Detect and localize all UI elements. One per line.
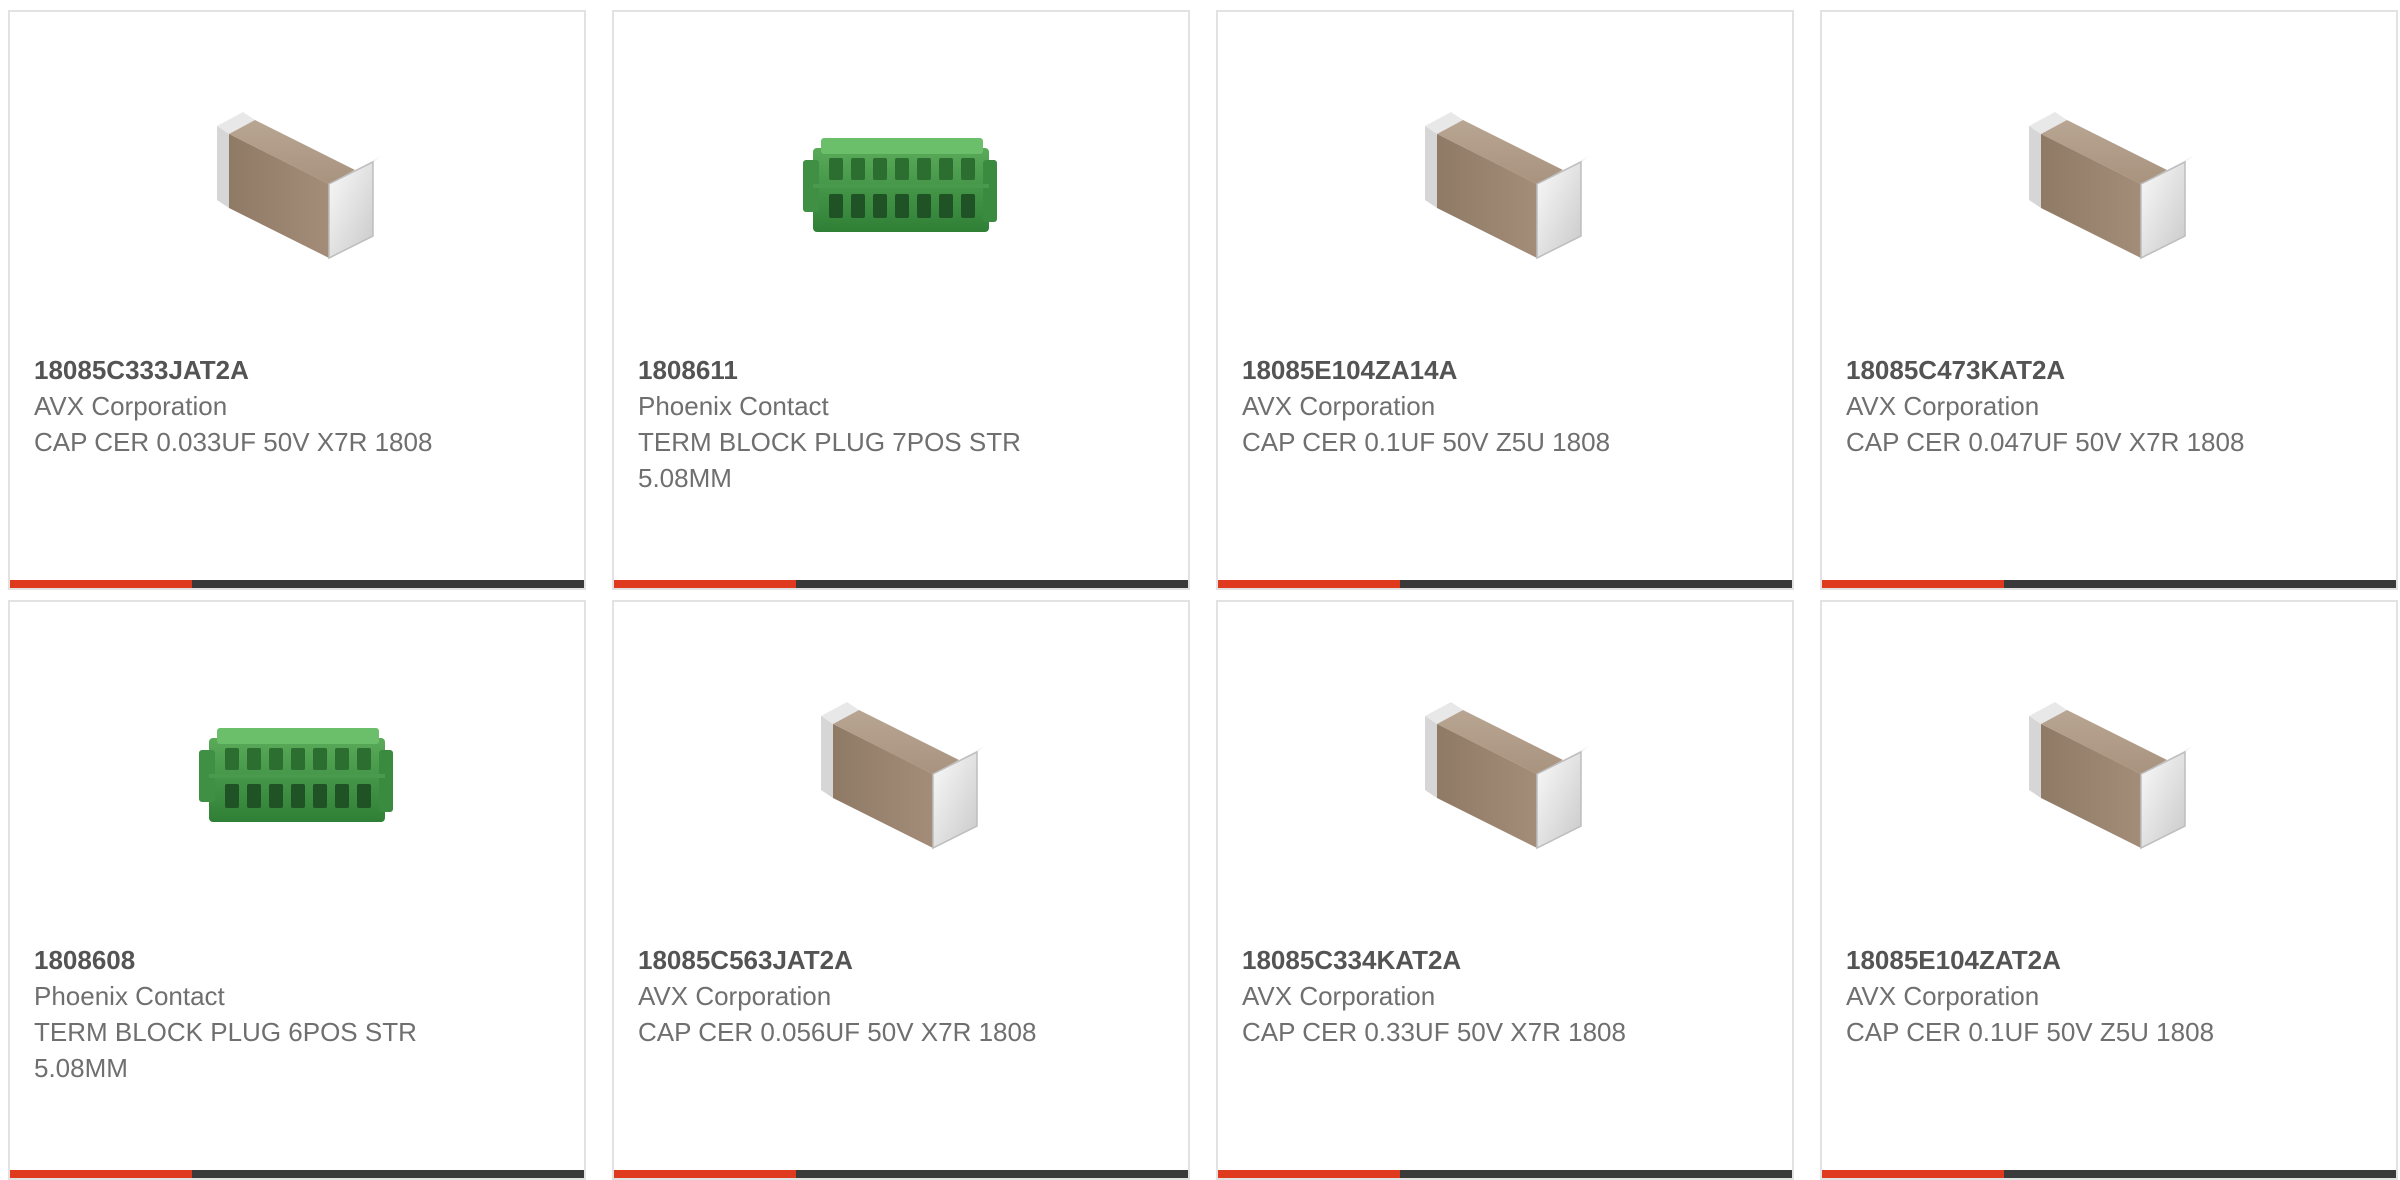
product-manufacturer: AVX Corporation [1846, 981, 2040, 1011]
product-manufacturer: AVX Corporation [1242, 391, 1436, 421]
product-card[interactable]: 18085E104ZA14A AVX Corporation CAP CER 0… [1216, 10, 1794, 590]
product-info: 1808608 Phoenix Contact TERM BLOCK PLUG … [34, 942, 504, 1086]
product-part-number: 18085C333JAT2A [34, 355, 249, 385]
product-description: CAP CER 0.047UF 50V X7R 1808 [1846, 427, 2245, 457]
product-description: CAP CER 0.056UF 50V X7R 1808 [638, 1017, 1037, 1047]
product-info: 18085C563JAT2A AVX Corporation CAP CER 0… [638, 942, 1108, 1050]
product-grid: 18085C333JAT2A AVX Corporation CAP CER 0… [0, 0, 2400, 1180]
product-description: TERM BLOCK PLUG 6POS STR 5.08MM [34, 1017, 417, 1083]
product-info: 18085C334KAT2A AVX Corporation CAP CER 0… [1242, 942, 1712, 1050]
card-accent-bar [614, 1170, 796, 1178]
product-part-number: 1808608 [34, 945, 136, 975]
card-accent-bar [1218, 1170, 1400, 1178]
product-card[interactable]: 18085C473KAT2A AVX Corporation CAP CER 0… [1820, 10, 2398, 590]
capacitor-chip-image [2007, 672, 2211, 876]
product-part-number: 18085E104ZAT2A [1846, 945, 2061, 975]
product-info: 18085C473KAT2A AVX Corporation CAP CER 0… [1846, 352, 2316, 460]
card-footer-bar [614, 1170, 1188, 1178]
card-footer-bar [1218, 580, 1792, 588]
card-accent-bar [1218, 580, 1400, 588]
product-description: CAP CER 0.1UF 50V Z5U 1808 [1242, 427, 1611, 457]
card-accent-bar [1822, 1170, 2004, 1178]
product-info: 1808611 Phoenix Contact TERM BLOCK PLUG … [638, 352, 1108, 496]
product-part-number: 1808611 [638, 355, 738, 385]
product-part-number: 18085C563JAT2A [638, 945, 853, 975]
product-info: 18085E104ZA14A AVX Corporation CAP CER 0… [1242, 352, 1712, 460]
product-manufacturer: Phoenix Contact [34, 981, 225, 1011]
terminal-block-image [799, 82, 1003, 286]
product-manufacturer: AVX Corporation [1242, 981, 1436, 1011]
product-part-number: 18085E104ZA14A [1242, 355, 1458, 385]
capacitor-chip-image [1403, 82, 1607, 286]
product-card[interactable]: 18085C334KAT2A AVX Corporation CAP CER 0… [1216, 600, 1794, 1180]
product-manufacturer: AVX Corporation [1846, 391, 2040, 421]
product-card[interactable]: 1808608 Phoenix Contact TERM BLOCK PLUG … [8, 600, 586, 1180]
product-part-number: 18085C334KAT2A [1242, 945, 1462, 975]
card-accent-bar [614, 580, 796, 588]
capacitor-chip-image [799, 672, 1003, 876]
product-card[interactable]: 18085C333JAT2A AVX Corporation CAP CER 0… [8, 10, 586, 590]
card-footer-bar [614, 580, 1188, 588]
product-manufacturer: AVX Corporation [638, 981, 832, 1011]
card-footer-bar [1822, 1170, 2396, 1178]
capacitor-chip-image [1403, 672, 1607, 876]
product-manufacturer: AVX Corporation [34, 391, 228, 421]
product-manufacturer: Phoenix Contact [638, 391, 829, 421]
card-footer-bar [1218, 1170, 1792, 1178]
capacitor-chip-image [2007, 82, 2211, 286]
product-description: CAP CER 0.1UF 50V Z5U 1808 [1846, 1017, 2215, 1047]
card-footer-bar [1822, 580, 2396, 588]
product-description: CAP CER 0.033UF 50V X7R 1808 [34, 427, 433, 457]
capacitor-chip-image [195, 82, 399, 286]
product-info: 18085E104ZAT2A AVX Corporation CAP CER 0… [1846, 942, 2316, 1050]
product-card[interactable]: 18085E104ZAT2A AVX Corporation CAP CER 0… [1820, 600, 2398, 1180]
card-accent-bar [10, 580, 192, 588]
product-description: CAP CER 0.33UF 50V X7R 1808 [1242, 1017, 1626, 1047]
product-card[interactable]: 18085C563JAT2A AVX Corporation CAP CER 0… [612, 600, 1190, 1180]
terminal-block-image [195, 672, 399, 876]
product-card[interactable]: 1808611 Phoenix Contact TERM BLOCK PLUG … [612, 10, 1190, 590]
card-accent-bar [10, 1170, 192, 1178]
card-accent-bar [1822, 580, 2004, 588]
card-footer-bar [10, 580, 584, 588]
product-info: 18085C333JAT2A AVX Corporation CAP CER 0… [34, 352, 504, 460]
card-footer-bar [10, 1170, 584, 1178]
product-part-number: 18085C473KAT2A [1846, 355, 2066, 385]
product-description: TERM BLOCK PLUG 7POS STR 5.08MM [638, 427, 1021, 493]
